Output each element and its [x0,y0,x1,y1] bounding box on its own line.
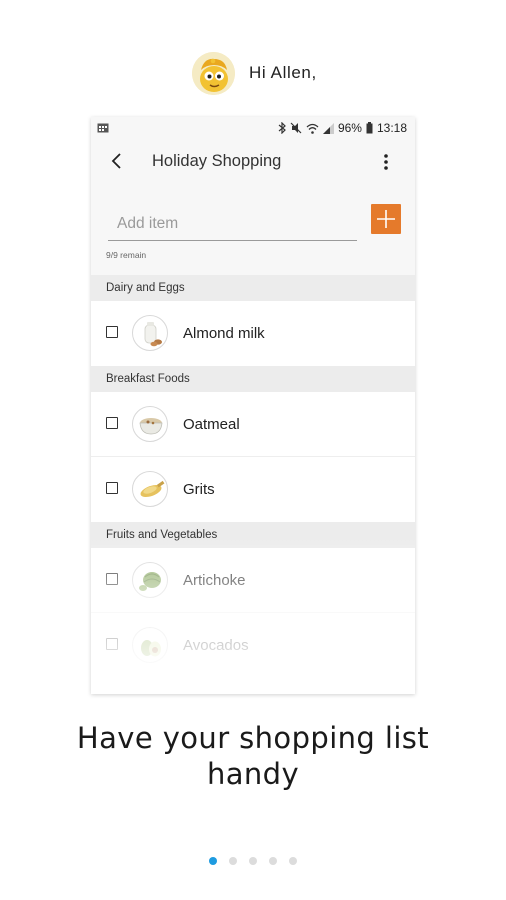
headline-line-1: Have your shopping list [76,721,430,755]
item-checkbox[interactable] [106,482,118,494]
list-item[interactable]: Grits [91,457,415,522]
greeting-text: Hi Allen, [249,63,317,82]
add-item-input[interactable] [108,207,357,241]
remain-count: 9/9 remain [106,250,147,260]
signal-icon [322,122,334,134]
grits-icon [132,471,168,507]
list-item[interactable]: Avocados [91,613,415,678]
list-item[interactable]: Almond milk [91,301,415,366]
more-vert-icon[interactable] [379,153,393,171]
wifi-icon [306,123,319,134]
mute-icon [290,122,302,134]
shopping-list: Dairy and Eggs Almond milk Breakfast Foo… [91,275,415,678]
battery-icon [366,122,373,134]
item-name: Avocados [183,637,249,654]
plus-icon [377,210,395,228]
item-checkbox[interactable] [106,638,118,650]
page-indicator [209,857,297,865]
bluetooth-icon [278,122,286,134]
section-header: Breakfast Foods [91,366,415,392]
item-checkbox[interactable] [106,326,118,338]
item-checkbox[interactable] [106,417,118,429]
section-header: Fruits and Vegetables [91,522,415,548]
greeting: Hi Allen, [192,51,317,95]
add-item-area: 9/9 remain [91,197,415,275]
status-bar: 96% 13:18 [91,117,415,141]
back-arrow-icon[interactable] [107,151,127,171]
page-dot-3[interactable] [249,857,257,865]
item-name: Artichoke [183,572,246,589]
item-name: Grits [183,481,215,498]
artichoke-icon [132,562,168,598]
almond-milk-icon [132,315,168,351]
item-name: Almond milk [183,325,265,342]
add-item-button[interactable] [371,204,401,234]
avocado-icon [132,627,168,663]
avatar [192,51,235,95]
item-name: Oatmeal [183,416,240,433]
onboarding-headline: Have your shopping list handy [0,720,506,792]
clock-time: 13:18 [376,121,407,135]
page-dot-5[interactable] [289,857,297,865]
page-dot-4[interactable] [269,857,277,865]
page-dot-1[interactable] [209,857,217,865]
battery-percent: 96% [337,121,362,135]
phone-screenshot: 96% 13:18 Holiday Shopping 9/9 remain Da… [91,117,415,694]
calendar-icon [97,122,109,136]
page-dot-2[interactable] [229,857,237,865]
section-header: Dairy and Eggs [91,275,415,301]
list-item[interactable]: Oatmeal [91,392,415,457]
oatmeal-bowl-icon [132,406,168,442]
page-title: Holiday Shopping [152,152,282,170]
smiling-face-avatar-icon [192,51,235,95]
list-item[interactable]: Artichoke [91,548,415,613]
item-checkbox[interactable] [106,573,118,585]
app-bar: Holiday Shopping [91,141,415,197]
headline-line-2: handy [206,757,300,791]
